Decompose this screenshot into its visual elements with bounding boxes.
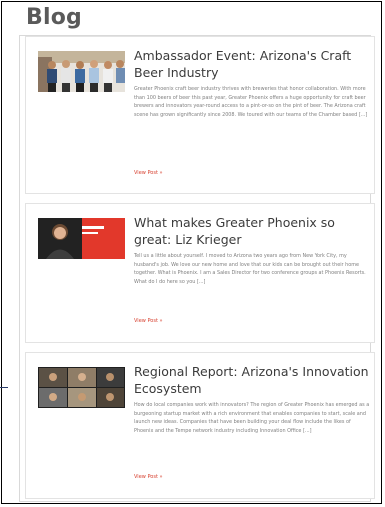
post-excerpt: Tell us a little about yourself. I moved… [134, 253, 366, 285]
video-call-photo-icon[interactable] [38, 367, 125, 408]
blog-card: Regional Report: Arizona's Innovation Ec… [25, 352, 375, 499]
post-title[interactable]: Regional Report: Arizona's Innovation Ec… [134, 363, 369, 397]
post-title[interactable]: Ambassador Event: Arizona's Craft Beer I… [134, 47, 369, 81]
page-title: Blog [26, 5, 82, 30]
blog-card: What makes Greater Phoenix so great: Liz… [25, 203, 375, 343]
blog-card: Ambassador Event: Arizona's Craft Beer I… [25, 36, 375, 194]
post-excerpt: How do local companies work with innovat… [134, 402, 370, 434]
group-photo-icon[interactable] [38, 51, 125, 92]
view-post-link[interactable]: View Post » [134, 170, 163, 176]
post-title[interactable]: What makes Greater Phoenix so great: Liz… [134, 214, 369, 248]
portrait-photo-icon[interactable] [38, 218, 125, 259]
divider-mark [0, 387, 8, 388]
view-post-link[interactable]: View Post » [134, 318, 163, 324]
post-excerpt: Greater Phoenix craft beer industry thri… [134, 86, 368, 118]
view-post-link[interactable]: View Post » [134, 474, 163, 480]
